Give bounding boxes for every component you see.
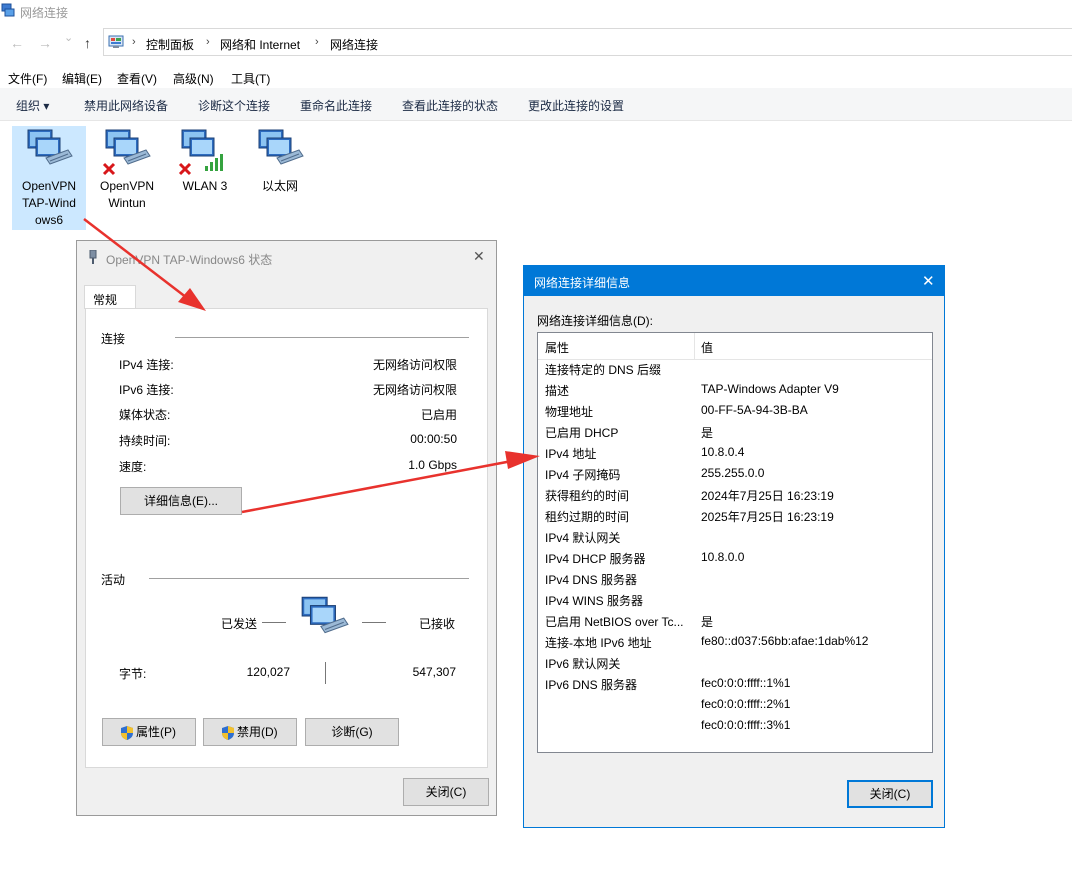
annotation-arrows (83, 218, 540, 514)
annotation-arrow (83, 218, 206, 311)
annotation-arrow (241, 451, 540, 514)
